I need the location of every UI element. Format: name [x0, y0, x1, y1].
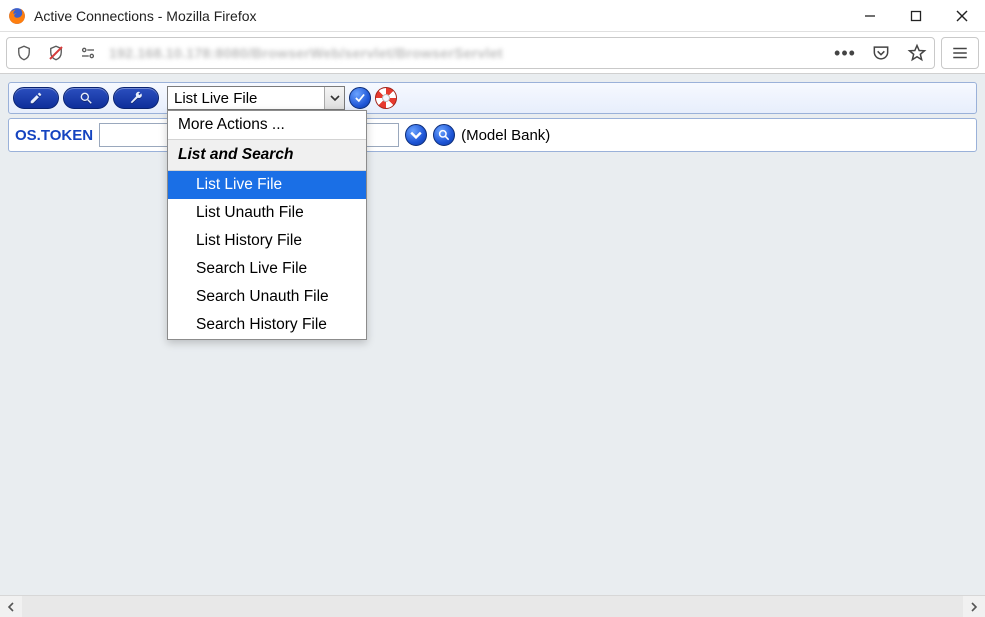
dropdown-group-header: List and Search: [168, 139, 366, 171]
close-button[interactable]: [939, 0, 985, 32]
menu-button[interactable]: [941, 37, 979, 69]
scrollbar-track[interactable]: [22, 596, 963, 617]
dropdown-item-search-unauth[interactable]: Search Unauth File: [168, 283, 366, 311]
url-field[interactable]: 192.168.10.178:8080/BrowserWeb/servlet/B…: [6, 37, 935, 69]
help-button[interactable]: [375, 87, 397, 109]
titlebar: Active Connections - Mozilla Firefox: [0, 0, 985, 32]
dropdown-item-list-history[interactable]: List History File: [168, 227, 366, 255]
dropdown-item-list-live[interactable]: List Live File: [168, 171, 366, 199]
context-label: (Model Bank): [461, 127, 550, 144]
window-title: Active Connections - Mozilla Firefox: [34, 8, 257, 24]
firefox-icon: [8, 7, 26, 25]
tools-button[interactable]: [113, 87, 159, 109]
edit-button[interactable]: [13, 87, 59, 109]
tracking-blocked-icon[interactable]: [45, 42, 67, 64]
scroll-left-button[interactable]: [0, 596, 22, 617]
app-area: List Live File More Actions ... List and…: [0, 74, 985, 595]
minimize-button[interactable]: [847, 0, 893, 32]
horizontal-scrollbar[interactable]: [0, 595, 985, 617]
action-combo-wrap: List Live File More Actions ... List and…: [167, 86, 345, 110]
url-text: 192.168.10.178:8080/BrowserWeb/servlet/B…: [109, 45, 816, 61]
pocket-icon[interactable]: [870, 42, 892, 64]
maximize-button[interactable]: [893, 0, 939, 32]
shield-icon[interactable]: [13, 42, 35, 64]
dropdown-item-list-unauth[interactable]: List Unauth File: [168, 199, 366, 227]
scroll-right-button[interactable]: [963, 596, 985, 617]
page-actions-ellipsis[interactable]: •••: [834, 42, 856, 64]
action-combo[interactable]: List Live File: [167, 86, 345, 110]
bookmark-star-icon[interactable]: [906, 42, 928, 64]
view-button[interactable]: [63, 87, 109, 109]
expand-button[interactable]: [405, 124, 427, 146]
field-label: OS.TOKEN: [15, 127, 93, 144]
toolbar-pill-buttons: [13, 87, 163, 109]
toolbar: List Live File More Actions ... List and…: [8, 82, 977, 114]
action-combo-value: List Live File: [168, 87, 324, 109]
dropdown-item-search-history[interactable]: Search History File: [168, 311, 366, 339]
url-bar-row: 192.168.10.178:8080/BrowserWeb/servlet/B…: [0, 32, 985, 74]
window-controls: [847, 0, 985, 32]
go-button[interactable]: [349, 87, 371, 109]
lookup-button[interactable]: [433, 124, 455, 146]
criteria-row: OS.TOKEN (Model Bank): [8, 118, 977, 152]
dropdown-more-actions[interactable]: More Actions ...: [168, 111, 366, 139]
dropdown-item-search-live[interactable]: Search Live File: [168, 255, 366, 283]
permissions-icon[interactable]: [77, 42, 99, 64]
combo-arrow-icon[interactable]: [324, 87, 344, 109]
action-dropdown: More Actions ... List and Search List Li…: [167, 110, 367, 340]
